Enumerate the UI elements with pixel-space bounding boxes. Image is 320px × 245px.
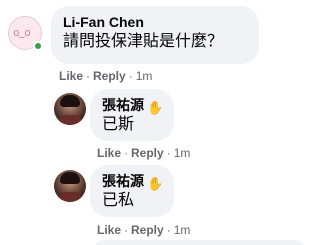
comment-bubble: Li-Fan Chen 請問投保津貼是什麼？ xyxy=(51,6,259,64)
comment-timestamp[interactable]: 1m xyxy=(136,69,153,83)
comment-thread: o‿o Li-Fan Chen 請問投保津貼是什麼？ Like · Reply · 1m… xyxy=(0,0,305,245)
separator-dot: · xyxy=(128,69,133,83)
comment-actions: Like · Reply · 1m xyxy=(97,223,190,237)
reply-comment: 張祐源 ✋ 已私 Like · Reply · 1m xyxy=(0,160,305,240)
comment-text: 已私 xyxy=(102,192,135,209)
top-fan-hand-icon[interactable]: ✋ xyxy=(147,101,163,114)
avatar[interactable] xyxy=(54,93,86,125)
comment-li-fan-chen: o‿o Li-Fan Chen 請問投保津貼是什麼？ Like · Reply · 1m xyxy=(0,0,305,85)
separator-dot: · xyxy=(124,146,129,160)
separator-dot: · xyxy=(86,69,91,83)
next-comment-bubble-partial xyxy=(94,240,305,245)
comment-timestamp[interactable]: 1m xyxy=(174,223,191,237)
like-button[interactable]: Like xyxy=(97,223,121,237)
reply-button[interactable]: Reply xyxy=(131,223,164,237)
comment-bubble: 張祐源 ✋ 已斯 xyxy=(90,89,174,141)
comment-author-name: 張祐源 xyxy=(102,173,144,189)
comment-bubble: 張祐源 ✋ 已私 xyxy=(90,165,174,217)
online-status-dot xyxy=(33,41,43,51)
avatar[interactable]: o‿o xyxy=(8,16,43,51)
top-fan-hand-icon[interactable]: ✋ xyxy=(147,177,163,190)
comment-actions: Like · Reply · 1m xyxy=(59,69,152,83)
comment-author[interactable]: 張祐源 ✋ xyxy=(102,97,163,114)
comment-timestamp[interactable]: 1m xyxy=(174,146,191,160)
comment-text: 已斯 xyxy=(102,116,135,133)
comment-author[interactable]: 張祐源 ✋ xyxy=(102,173,163,190)
comment-actions: Like · Reply · 1m xyxy=(97,146,190,160)
comment-author[interactable]: Li-Fan Chen xyxy=(63,14,247,31)
reply-button[interactable]: Reply xyxy=(93,69,126,83)
reply-comment: 張祐源 ✋ 已斯 Like · Reply · 1m xyxy=(0,85,305,160)
comment-text: 請問投保津貼是什麼？ xyxy=(63,33,224,50)
separator-dot: · xyxy=(124,223,129,237)
avatar[interactable] xyxy=(54,170,86,202)
avatar-image xyxy=(54,93,86,125)
reply-button[interactable]: Reply xyxy=(131,146,164,160)
avatar-image xyxy=(54,170,86,202)
comment-author-name: 張祐源 xyxy=(102,97,144,113)
separator-dot: · xyxy=(166,146,171,160)
like-button[interactable]: Like xyxy=(97,146,121,160)
separator-dot: · xyxy=(166,223,171,237)
like-button[interactable]: Like xyxy=(59,69,83,83)
avatar-face-text: o‿o xyxy=(13,26,31,39)
